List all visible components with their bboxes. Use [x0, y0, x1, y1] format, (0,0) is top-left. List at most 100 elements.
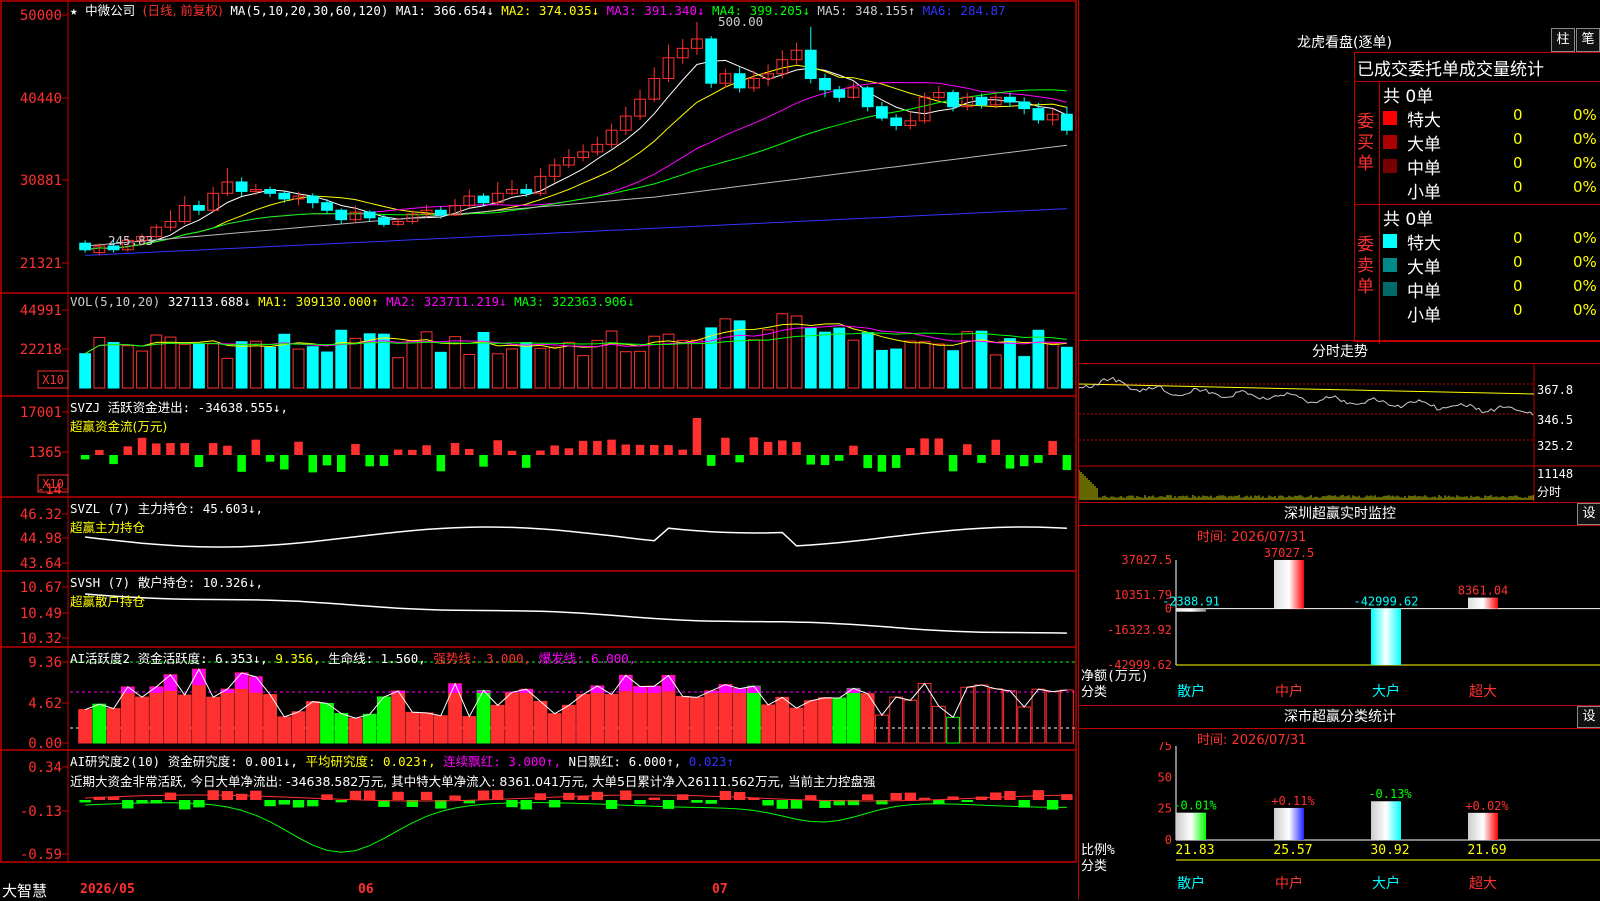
price-axis-label: 40440 — [20, 91, 62, 107]
cls-xlabel: 分类 — [1081, 859, 1107, 874]
research-bar — [805, 795, 817, 800]
order-count: 0 — [1513, 106, 1523, 124]
activity-bar — [561, 704, 576, 744]
intraday-chart[interactable]: 367.8 346.5 325.2 11148 分时 — [1079, 364, 1600, 502]
activity-bar — [875, 714, 889, 744]
ai-active-axis-label: 4.62 — [28, 696, 62, 712]
chart-mode[interactable]: (日线, 前复权) — [143, 3, 223, 18]
flow-bar — [408, 449, 417, 455]
volume-bar — [876, 349, 888, 389]
volume-bar — [463, 353, 476, 389]
bar-view-button[interactable]: 柱 — [1551, 28, 1575, 52]
activity-bar — [633, 685, 647, 744]
order-count: 0 — [1513, 229, 1523, 247]
activity-bar — [576, 693, 591, 744]
volume-bar — [989, 354, 1002, 389]
flow-bar — [706, 455, 716, 466]
price-axis-label: 21321 — [20, 256, 62, 272]
vol-axis-label: 22218 — [20, 342, 62, 358]
cls-category-label: 超大 — [1469, 876, 1497, 892]
flow-bar — [678, 449, 687, 455]
flow-bar — [735, 455, 744, 463]
sz-settings-button[interactable]: 设 — [1577, 503, 1600, 525]
activity-bar — [519, 688, 534, 744]
sz-category-label: 大户 — [1372, 683, 1400, 700]
sell-total: 共 0单 — [1383, 210, 1434, 230]
candle-body — [833, 89, 846, 98]
research-bar — [122, 800, 134, 809]
order-name: 特大 — [1407, 111, 1441, 131]
activity-bar — [106, 708, 121, 744]
stock-name: 中微公司 — [85, 3, 136, 18]
ma120-line — [85, 208, 1067, 256]
research-bar — [179, 800, 191, 810]
flow-bar — [692, 417, 702, 455]
candle-body — [235, 181, 248, 192]
flow-bar — [322, 455, 332, 466]
candle-body — [819, 77, 831, 91]
sz-bar — [1371, 608, 1401, 665]
tick-view-button[interactable]: 笔 — [1576, 28, 1600, 52]
order-count: 0 — [1513, 178, 1523, 196]
ma5-value: MA5: 348.155↑ — [817, 3, 916, 18]
research-bar — [492, 790, 504, 800]
cls-value-label: 30.92 — [1370, 843, 1409, 858]
research-bar — [264, 800, 276, 807]
activity-bar — [334, 713, 349, 744]
activity-bar — [818, 697, 832, 744]
ma6-value: MA6: 284.87 — [922, 3, 1006, 18]
volume-bar — [121, 345, 134, 389]
cls-bar — [1371, 801, 1401, 840]
candle-body — [79, 242, 92, 251]
activity-bar — [946, 716, 960, 744]
favorite-star-icon[interactable]: ★ — [70, 3, 78, 18]
volume-bar — [193, 343, 205, 389]
research-bar — [548, 800, 561, 808]
research-bar — [662, 800, 675, 809]
candle-body — [520, 189, 533, 194]
left-chart-area[interactable]: 50000 40440 30881 21321 44991 22218 17001 1365 -… — [0, 0, 1078, 900]
flow-bar — [806, 455, 816, 465]
flow-bar — [151, 443, 161, 455]
volume-bar — [235, 341, 248, 389]
activity-bar — [803, 700, 818, 744]
candle-body — [1004, 96, 1016, 103]
volume-bar — [577, 355, 590, 389]
activity-cap — [633, 686, 647, 693]
flow-bar — [379, 455, 389, 466]
research-bar — [648, 797, 660, 800]
flow-bar — [336, 455, 346, 472]
volume-bar — [491, 353, 504, 389]
activity-bar — [1059, 689, 1074, 744]
activity-bar — [135, 696, 149, 744]
flow-bar — [664, 445, 673, 455]
flow-bar — [308, 455, 318, 473]
flow-bar — [934, 438, 944, 455]
brand-label: 大智慧 — [2, 882, 48, 900]
candle-body — [705, 38, 718, 84]
sz-bar — [1176, 608, 1206, 612]
research-bar — [861, 794, 874, 800]
activity-bar — [120, 686, 135, 744]
cls-settings-button[interactable]: 设 — [1577, 706, 1600, 728]
order-row: 中单 0 0% — [1383, 277, 1598, 302]
vol-header: VOL(5,10,20) 327113.688↓ MA1: 309130.000… — [70, 294, 635, 309]
activity-bar — [832, 697, 847, 744]
svsh-header: SVSH (7) 散户持仓: 10.326↓, 超赢散户持仓 — [70, 575, 263, 609]
intraday-axis-label: 325.2 — [1537, 439, 1573, 453]
activity-bar — [974, 684, 989, 744]
order-name: 大单 — [1407, 258, 1441, 278]
activity-bar — [732, 688, 747, 744]
intraday-axis-label: 346.5 — [1537, 413, 1573, 427]
order-count: 0 — [1513, 301, 1523, 319]
activity-cap — [662, 675, 675, 692]
date-label-1: 06 — [358, 882, 374, 897]
flow-bar — [137, 437, 147, 455]
cls-bar — [1176, 812, 1206, 840]
svzl-axis-label: 44.98 — [20, 531, 62, 547]
activity-bar — [988, 688, 1003, 744]
volume-bar — [947, 350, 959, 389]
activity-cap — [733, 688, 747, 693]
cls-value-label: 21.83 — [1175, 843, 1214, 858]
svzl-header: SVZL (7) 主力持仓: 45.603↓, 超赢主力持仓 — [70, 501, 263, 535]
